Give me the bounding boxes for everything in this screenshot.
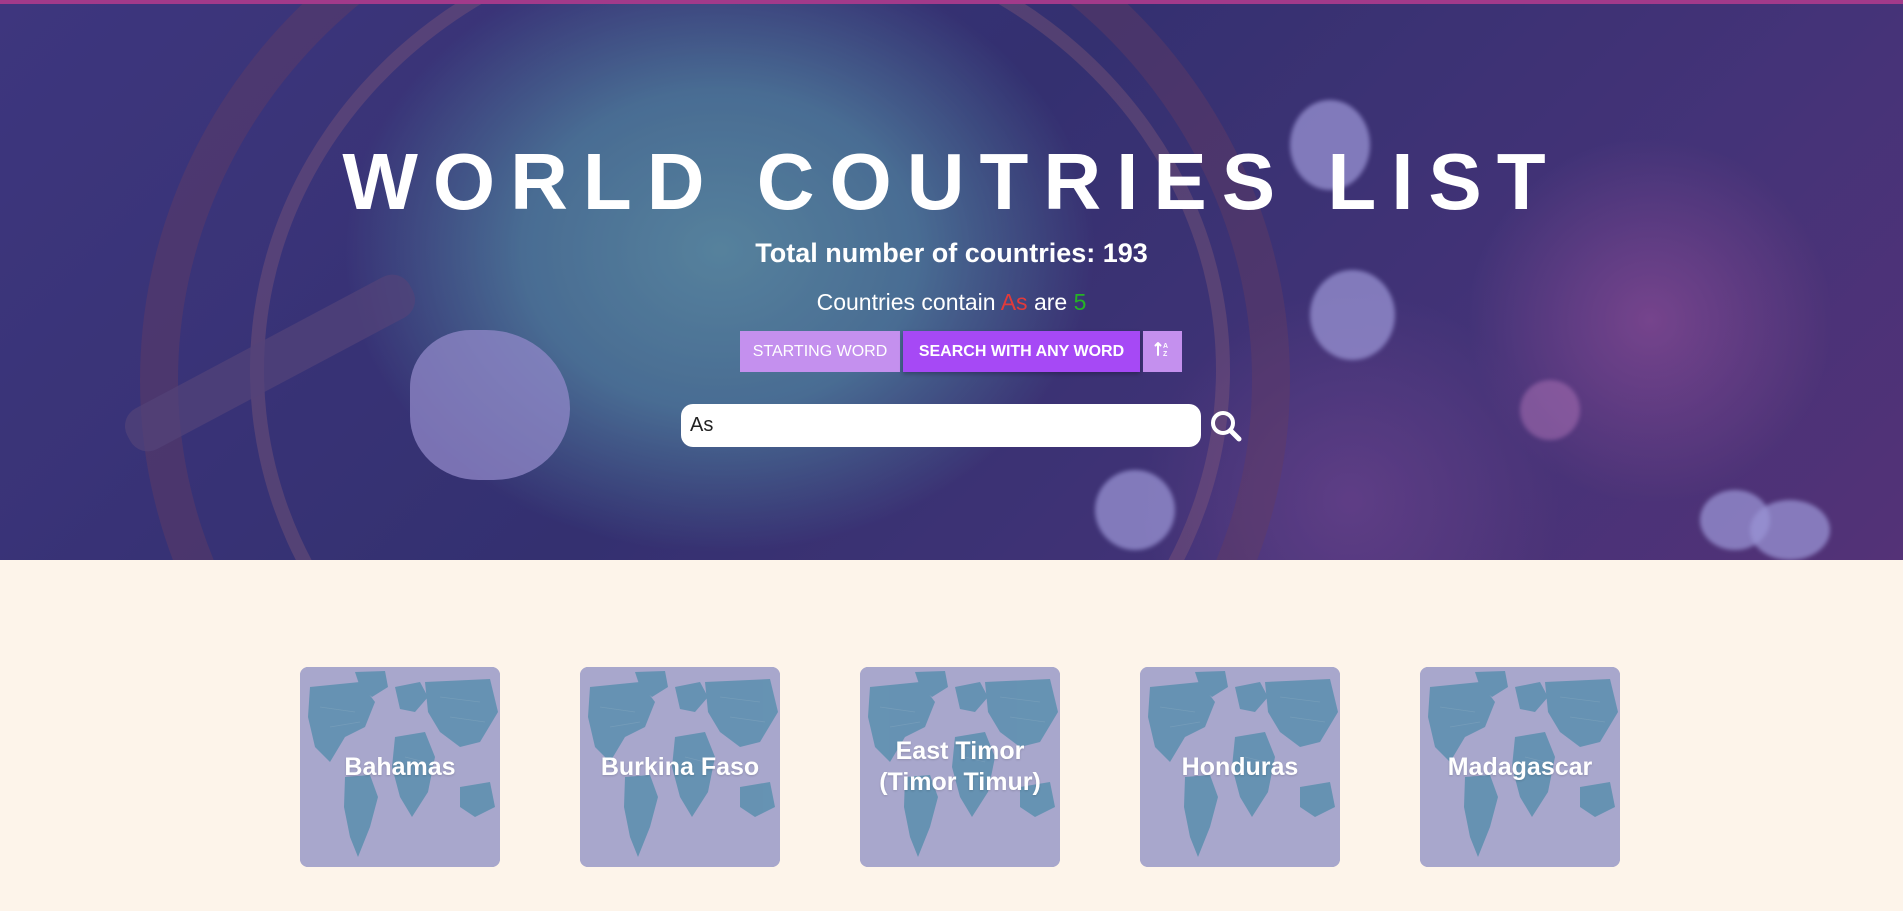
country-card[interactable]: Honduras	[1140, 667, 1340, 867]
country-name: East Timor (Timor Timur)	[879, 737, 1041, 796]
hero-content: WORLD COUTRIES LIST Total number of coun…	[0, 0, 1903, 560]
summary-middle: are	[1027, 289, 1074, 315]
search-icon[interactable]	[1209, 409, 1243, 443]
country-card[interactable]: Burkina Faso	[580, 667, 780, 867]
sort-alpha-icon: A Z	[1154, 340, 1172, 363]
summary-search-word: As	[1000, 289, 1028, 315]
total-countries-label: Total number of countries: 193	[755, 238, 1148, 268]
summary-match-count: 5	[1073, 289, 1087, 315]
search-mode-buttons: STARTING WORD SEARCH WITH ANY WORD A Z	[740, 331, 1182, 372]
country-card[interactable]: East Timor (Timor Timur)	[860, 667, 1060, 867]
country-name: Honduras	[1181, 752, 1299, 781]
country-name: Bahamas	[344, 752, 456, 781]
search-input[interactable]	[681, 404, 1201, 447]
country-results: Bahamas Burkina Faso East Timor (Timor T…	[0, 560, 1903, 911]
search-bar	[681, 404, 1243, 447]
country-name: Burkina Faso	[600, 752, 760, 781]
search-any-word-button[interactable]: SEARCH WITH ANY WORD	[903, 331, 1140, 372]
summary-prefix: Countries contain	[816, 289, 1001, 315]
country-card[interactable]: Madagascar	[1420, 667, 1620, 867]
country-card[interactable]: Bahamas	[300, 667, 500, 867]
sort-button[interactable]: A Z	[1143, 331, 1182, 372]
country-name: Madagascar	[1447, 752, 1593, 781]
hero-banner: WORLD COUTRIES LIST Total number of coun…	[0, 0, 1903, 560]
page-title: WORLD COUTRIES LIST	[342, 137, 1561, 226]
search-result-summary: Countries contain As are 5	[0, 289, 1903, 316]
svg-text:Z: Z	[1163, 351, 1168, 358]
starting-word-button[interactable]: STARTING WORD	[740, 331, 900, 372]
svg-text:A: A	[1163, 343, 1168, 350]
